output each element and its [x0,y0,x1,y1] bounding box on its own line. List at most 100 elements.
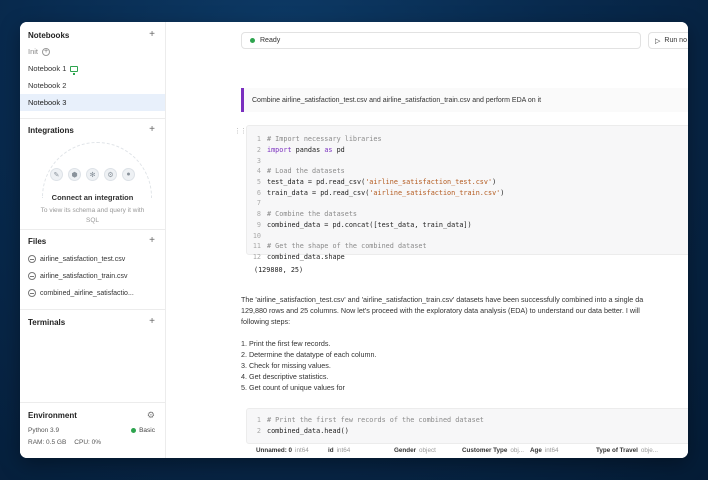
drag-handle-icon[interactable]: ⋮⋮ [234,127,247,135]
column-name: id [328,447,334,454]
file-item[interactable]: airline_satisfaction_test.csv [28,255,159,263]
code-text: test_data = pd.read_csv('airline_satisfa… [267,178,497,187]
code-line[interactable]: 8 # Combine the datasets [247,209,688,220]
divider [20,229,165,230]
connect-integration-title[interactable]: Connect an integration [20,193,165,202]
column-name: Customer Type [462,447,508,454]
code-text: train_data = pd.read_csv('airline_satisf… [267,188,505,197]
column-header[interactable]: Gender object [394,447,462,454]
init-label: Init [28,47,39,56]
add-notebook-icon[interactable]: + [149,30,155,40]
response-line: 2. Determine the datatype of each column… [241,350,377,359]
line-number: 1 [256,135,261,144]
line-number: 6 [256,188,261,197]
notebook-label: Notebook 2 [28,81,67,90]
line-number: 2 [256,427,261,436]
code-line[interactable]: 7 [247,198,688,209]
run-button[interactable]: ▷ Run no [648,32,688,49]
response-line [241,327,688,338]
assistant-response: The 'airline_satisfaction_test.csv' and … [241,294,688,393]
sidebar-item-notebook-2[interactable]: Notebook 2 [20,77,165,94]
response-line: 5. Get count of unique values for [241,383,345,392]
ready-dot-icon [250,38,255,43]
add-terminal-icon[interactable]: + [149,317,155,327]
response-line: following steps: [241,317,291,326]
column-type: object [419,447,436,454]
line-number: 8 [256,210,261,219]
file-item[interactable]: airline_satisfaction_train.csv [28,272,159,280]
line-number: 4 [256,167,261,176]
database-icon: ⬢ [68,168,81,181]
cpu-usage: CPU: 0% [74,439,102,446]
cell-output: (129880, 25) [254,266,304,274]
sidebar-item-notebook-1[interactable]: Notebook 1 [20,60,165,77]
integrations-header: Integrations + [28,125,155,135]
environment-header: Environment ⚙ [28,410,155,421]
play-icon: ▷ [655,37,661,45]
prompt-cell[interactable]: Combine airline_satisfaction_test.csv an… [241,88,688,112]
code-text: # Get the shape of the combined dataset [267,242,427,251]
file-icon [28,272,36,280]
code-line[interactable]: 3 [247,155,688,166]
divider [20,402,165,403]
code-line[interactable]: 5 test_data = pd.read_csv('airline_satisf… [247,177,688,188]
response-line: The 'airline_satisfaction_test.csv' and … [241,295,644,304]
code-line[interactable]: 11 # Get the shape of the combined datase… [247,241,688,252]
connect-integration-subtitle: To view its schema and query it with SQL [40,207,145,224]
code-line[interactable]: 6 train_data = pd.read_csv('airline_satis… [247,187,688,198]
column-name: Gender [394,447,417,454]
line-number: 11 [252,242,261,251]
sidebar-item-init[interactable]: Init + [20,43,165,60]
environment-title: Environment [28,411,77,420]
files-title: Files [28,236,47,246]
line-number: 5 [256,178,261,187]
column-header[interactable]: Age int64 [530,447,596,454]
response-line: 4. Get descriptive statistics. [241,372,329,381]
code-line[interactable]: 4 # Load the datasets [247,166,688,177]
file-item[interactable]: combined_airline_satisfactio... [28,289,159,297]
file-icon [28,255,36,263]
code-text: # Load the datasets [267,167,345,176]
code-cell[interactable]: 1 # Import necessary libraries 2 import pan… [246,125,688,261]
column-type: obj... [510,447,525,454]
sidebar: Notebooks + Init + Notebook 1 Notebook 2… [20,22,166,458]
column-type: int64 [295,447,309,454]
column-header[interactable]: Customer Type obj... [462,447,530,454]
notebook-label: Notebook 3 [28,98,67,107]
elephant-icon: ● [122,168,135,181]
code-text: combined_data.shape [267,252,345,261]
column-name: Age [530,447,542,454]
monitor-icon [70,65,79,75]
code-text: # Combine the datasets [267,210,358,219]
column-header[interactable]: id int64 [328,447,394,454]
line-number: 12 [252,252,261,261]
gear-icon[interactable]: ⚙ [147,410,155,421]
code-line[interactable]: 10 [247,230,688,241]
tier-label: Basic [139,427,155,434]
code-text: combined_data = pd.concat([test_data, tr… [267,220,472,229]
add-file-icon[interactable]: + [149,236,155,246]
column-header[interactable]: Unnamed: 0 int64 [256,447,328,454]
tier-badge: Basic [131,427,155,434]
code-line[interactable]: 12 combined_data.shape [247,252,688,263]
response-line: 129,880 rows and 25 columns. Now let's p… [241,306,640,315]
code-line[interactable]: 1 # Import necessary libraries [247,134,688,145]
environment-resources-row: RAM: 0.5 GB CPU: 0% [28,439,155,446]
code-line[interactable]: 2 combined_data.head() [247,426,688,437]
code-cell[interactable]: 1 # Print the first few records of the co… [246,408,688,444]
response-line: 1. Print the first few records. [241,339,331,348]
sidebar-item-notebook-3[interactable]: Notebook 3 [20,94,165,111]
divider [20,118,165,119]
code-text: # Print the first few records of the com… [267,416,484,425]
line-number: 2 [256,146,261,155]
code-line[interactable]: 1 # Print the first few records of the co… [247,415,688,426]
divider [20,309,165,310]
code-line[interactable]: 2 import pandas as pd [247,145,688,156]
column-header[interactable]: Type of Travel obje... [596,447,676,454]
line-number: 3 [256,156,261,165]
plus-circle-icon: + [42,47,51,56]
code-line[interactable]: 9 combined_data = pd.concat([test_data, t… [247,220,688,231]
file-name: combined_airline_satisfactio... [40,289,134,297]
code-text: # Import necessary libraries [267,135,382,144]
add-integration-icon[interactable]: + [149,125,155,135]
